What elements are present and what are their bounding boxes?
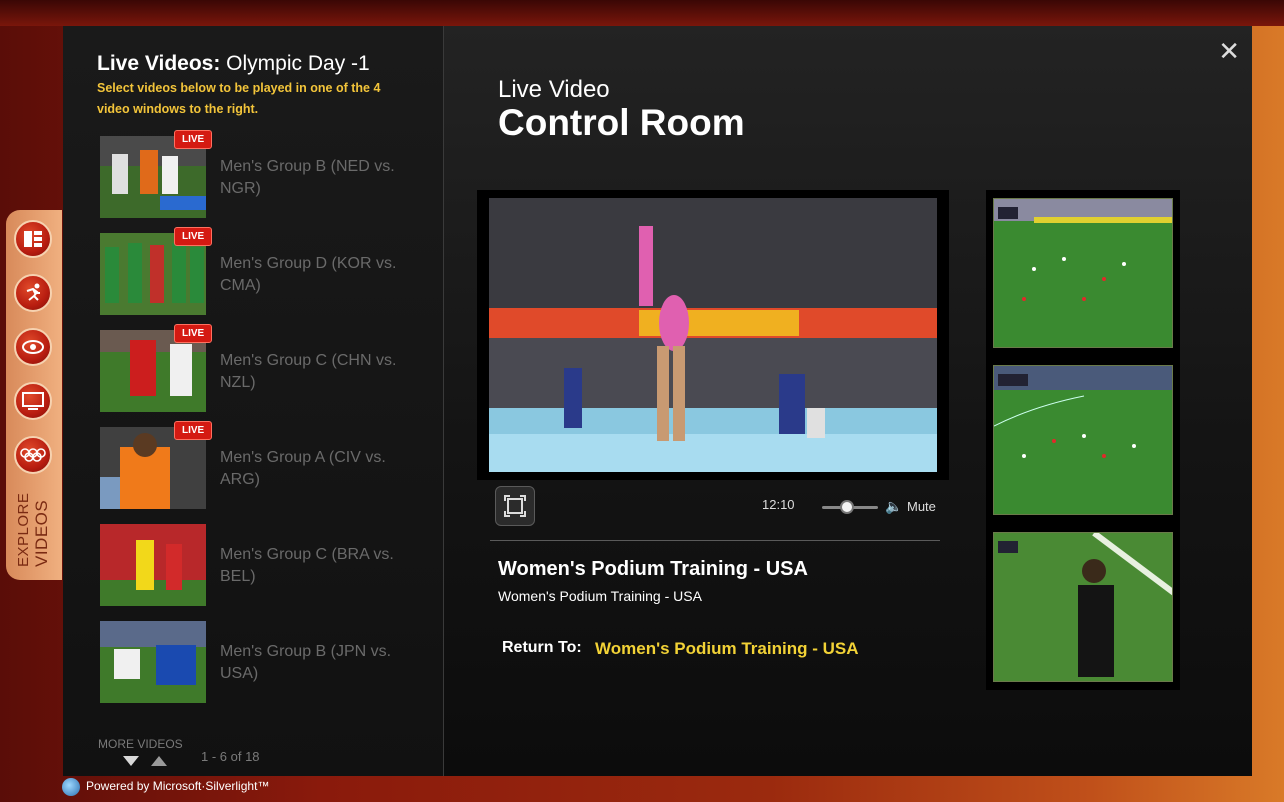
window-frame	[0, 0, 1284, 26]
prev-page-arrow-icon[interactable]	[151, 756, 167, 766]
playback-time: 12:10	[762, 497, 795, 512]
list-title: Live Videos: Olympic Day -1	[97, 52, 370, 76]
fullscreen-icon	[504, 495, 526, 517]
explore-watch-button[interactable]	[14, 328, 52, 366]
video-title: Men's Group A (CIV vs. ARG)	[220, 449, 386, 488]
live-badge: LIVE	[174, 130, 213, 149]
video-list-item[interactable]: LIVE Men's Group C (CHN vs. NZL)	[100, 324, 420, 414]
video-list-item[interactable]: LIVE Men's Group D (KOR vs. CMA)	[100, 227, 420, 317]
side-video-window[interactable]	[993, 532, 1173, 682]
return-to-label: Return To:	[502, 639, 582, 656]
now-playing-title: Women's Podium Training - USA	[498, 558, 808, 580]
video-list-item[interactable]: Men's Group B (JPN vs. USA)	[100, 621, 420, 705]
explore-sports-button[interactable]	[14, 274, 52, 312]
next-page-arrow-icon[interactable]	[123, 756, 139, 766]
fullscreen-button[interactable]	[495, 486, 535, 526]
side-video-image	[994, 199, 1172, 347]
explore-grid-button[interactable]	[14, 220, 52, 258]
video-thumbnail	[100, 621, 206, 703]
side-video-window[interactable]	[993, 365, 1173, 515]
control-room-pretitle: Live Video	[498, 76, 610, 103]
video-title: Men's Group B (JPN vs. USA)	[220, 643, 392, 682]
video-list-item[interactable]: LIVE Men's Group B (NED vs. NGR)	[100, 130, 420, 220]
grid-icon	[24, 231, 42, 247]
runner-icon	[26, 283, 40, 301]
video-list-item[interactable]: LIVE Men's Group A (CIV vs. ARG)	[100, 421, 420, 511]
video-title: Men's Group D (KOR vs. CMA)	[220, 255, 397, 294]
live-badge: LIVE	[174, 227, 213, 246]
powered-by-footer: Powered by Microsoft·Silverlight™	[86, 779, 269, 793]
eye-icon	[22, 340, 44, 354]
live-badge: LIVE	[174, 324, 213, 343]
side-video-window[interactable]	[993, 198, 1173, 348]
divider	[490, 540, 940, 541]
video-thumbnail	[100, 524, 206, 606]
explore-olympics-button[interactable]	[14, 436, 52, 474]
now-playing-subtitle: Women's Podium Training - USA	[498, 588, 702, 604]
more-videos-label: MORE VIDEOS	[98, 737, 183, 751]
main-panel: Live Videos: Olympic Day -1 Select video…	[63, 26, 1252, 776]
speaker-icon[interactable]: 🔈	[885, 498, 902, 515]
list-title-rest: Olympic Day -1	[226, 52, 370, 75]
video-list-item[interactable]: Men's Group C (BRA vs. BEL)	[100, 524, 420, 608]
return-to-link[interactable]: Women's Podium Training - USA	[595, 639, 858, 659]
silverlight-logo-icon	[62, 778, 80, 796]
main-video-image	[489, 198, 937, 472]
main-video-player[interactable]	[489, 198, 937, 472]
monitor-icon	[22, 392, 44, 410]
video-title: Men's Group C (CHN vs. NZL)	[220, 352, 397, 391]
powered-by-text: Powered by	[86, 779, 150, 793]
explore-label: EXPLORE	[15, 492, 32, 567]
video-list-panel: Live Videos: Olympic Day -1 Select video…	[63, 26, 444, 776]
control-room-title: Control Room	[498, 102, 745, 143]
volume-slider-handle[interactable]	[840, 500, 855, 514]
close-icon[interactable]: ✕	[1218, 36, 1240, 67]
page-count: 1 - 6 of 18	[201, 749, 260, 764]
list-title-bold: Live Videos:	[97, 52, 221, 75]
silverlight-brand: Microsoft·Silverlight™	[152, 779, 270, 793]
control-room-panel: ✕ Live Video Control Room 12:10 🔈 Mute W…	[444, 26, 1252, 776]
side-video-image	[994, 366, 1172, 514]
explore-tv-button[interactable]	[14, 382, 52, 420]
live-badge: LIVE	[174, 421, 213, 440]
videos-label: VIDEOS	[32, 499, 51, 567]
side-video-image	[994, 533, 1172, 681]
olympic-rings-icon	[20, 448, 46, 462]
video-title: Men's Group C (BRA vs. BEL)	[220, 546, 394, 585]
list-instructions: Select videos below to be played in one …	[97, 81, 381, 116]
mute-button[interactable]: Mute	[907, 499, 936, 514]
video-title: Men's Group B (NED vs. NGR)	[220, 158, 395, 197]
